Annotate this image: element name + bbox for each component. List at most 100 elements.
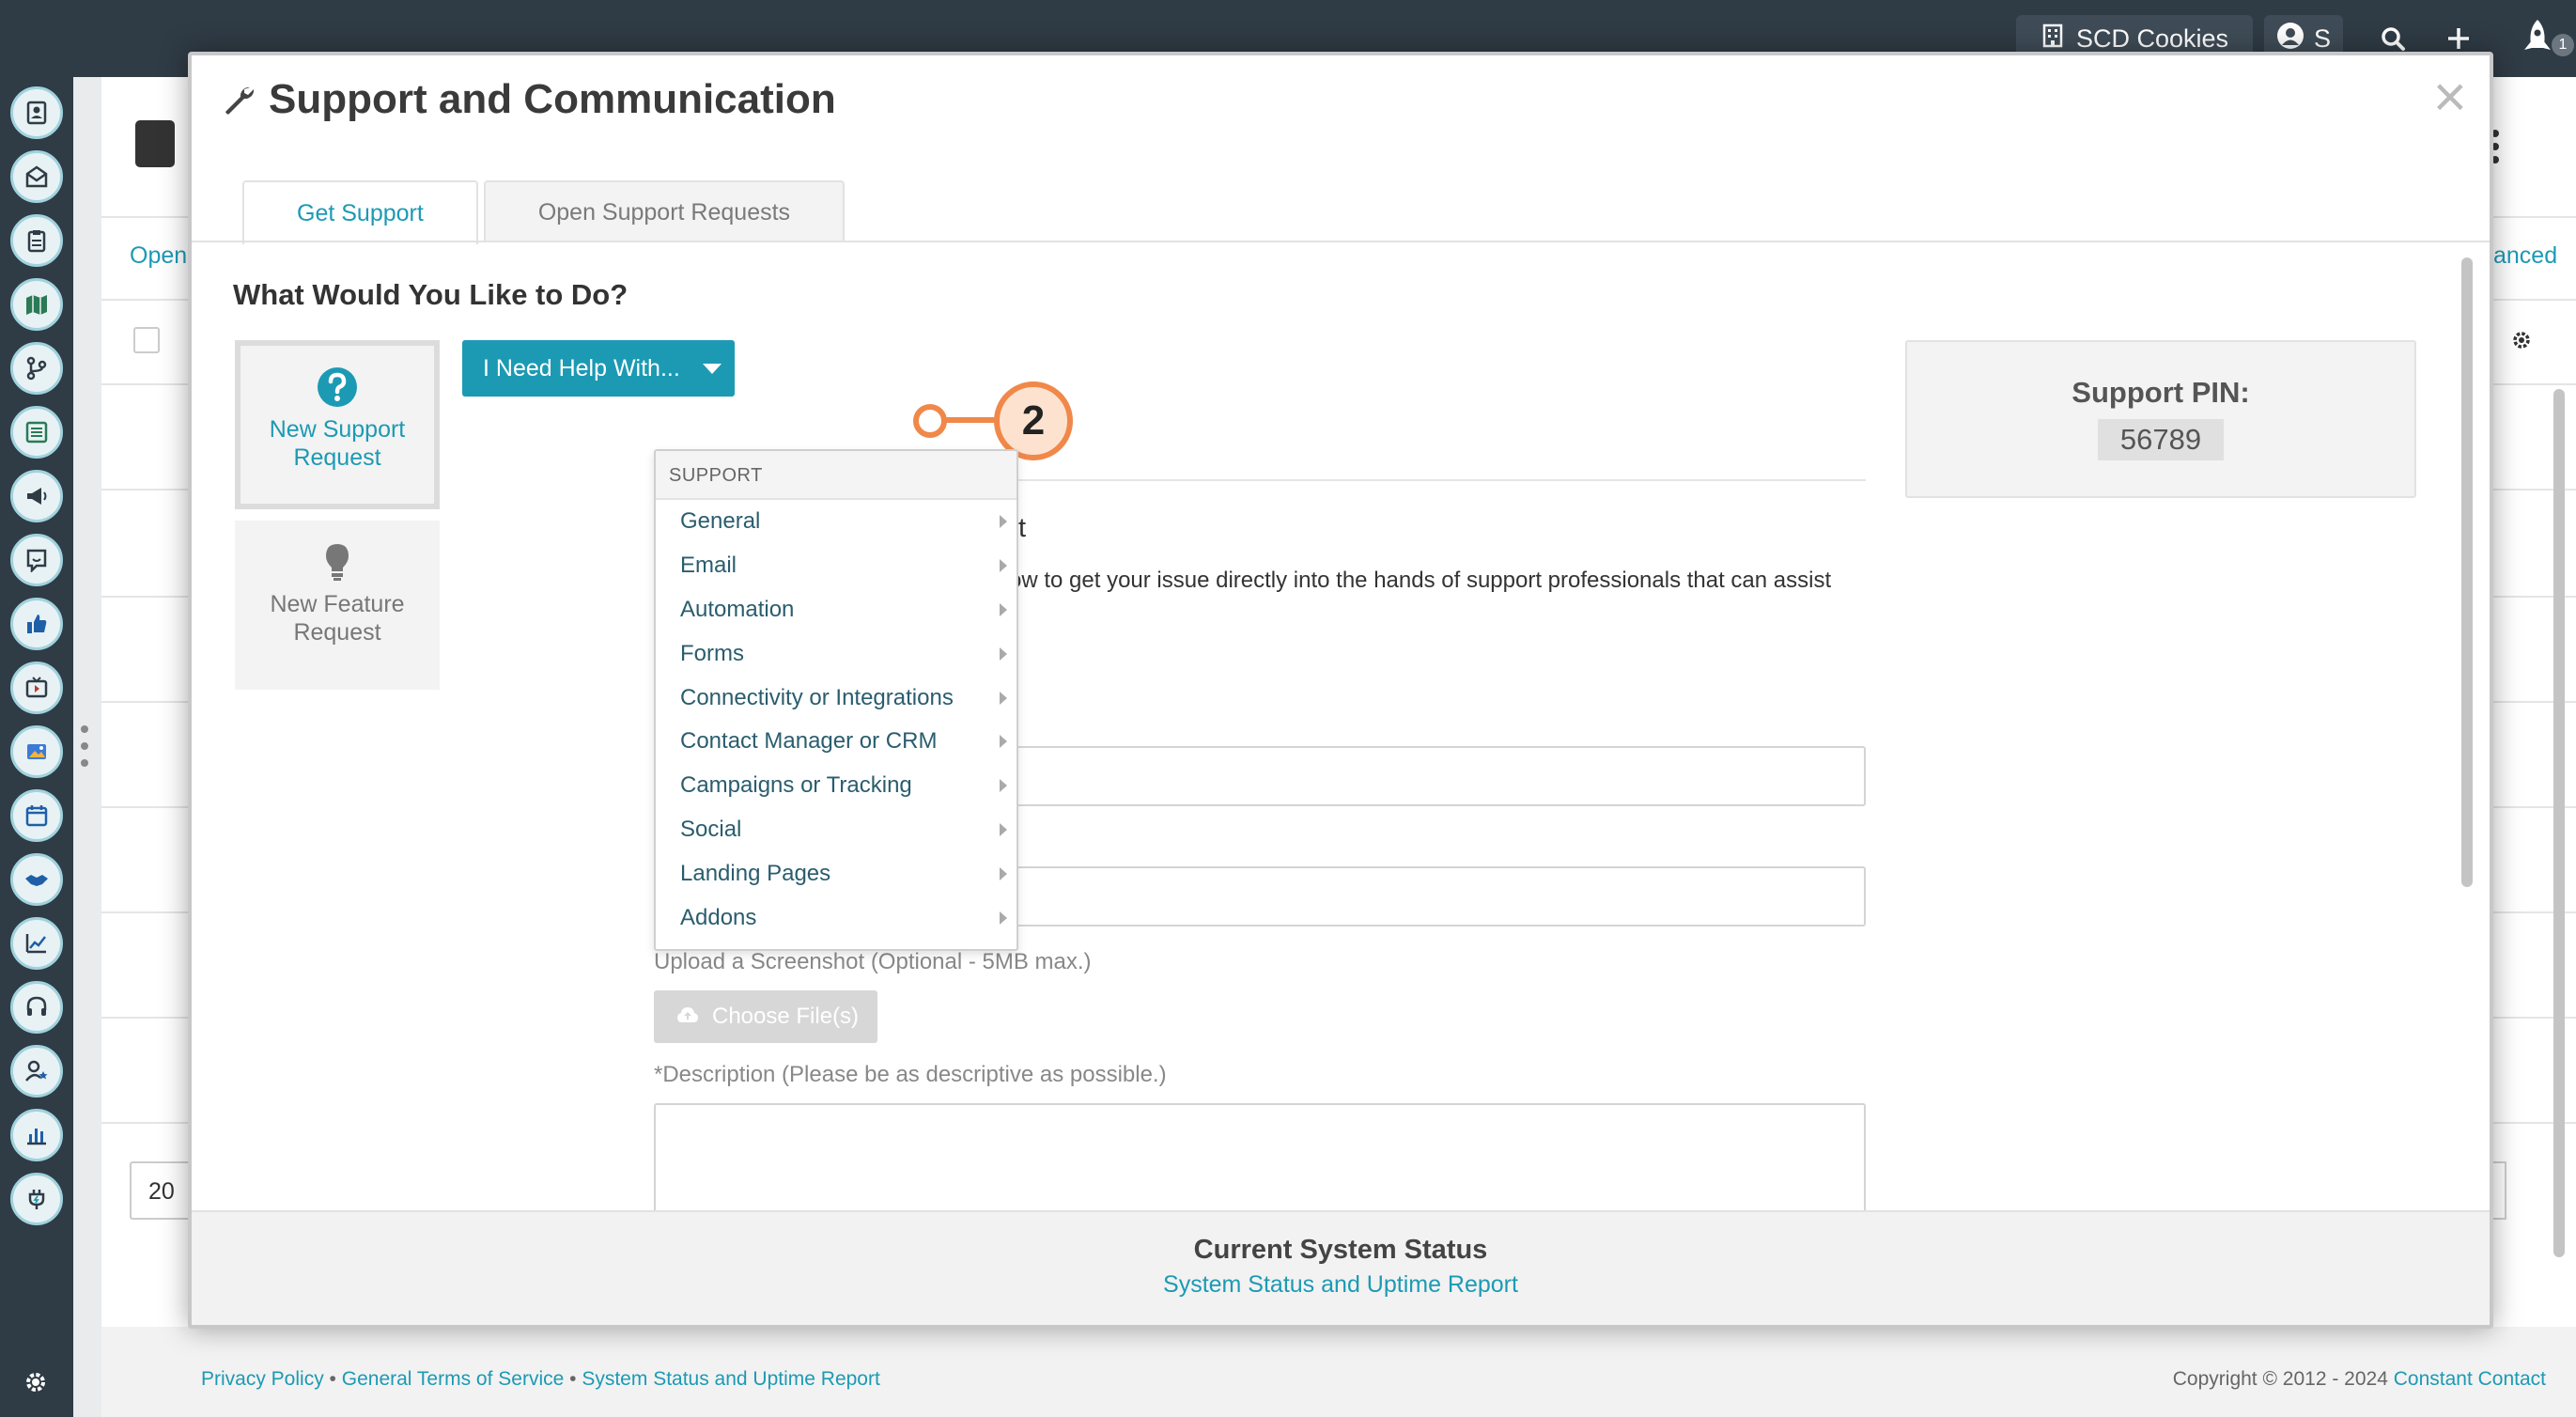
cloud-upload-icon xyxy=(676,1004,699,1030)
menu-item-label: Landing Pages xyxy=(680,860,831,886)
automation-nav-icon[interactable] xyxy=(10,342,63,395)
choose-files-button[interactable]: Choose File(s) xyxy=(654,990,877,1043)
submenu-arrow-icon xyxy=(1000,779,1007,793)
modal-tabs: Get Support Open Support Requests xyxy=(242,180,846,244)
footer-separator: • xyxy=(569,1368,577,1390)
dropdown-section-header: SUPPORT xyxy=(656,451,1016,500)
tab-get-support[interactable]: Get Support xyxy=(242,180,478,244)
copyright: Copyright © 2012 - 2024 Constant Contact xyxy=(2173,1368,2546,1391)
brand-link[interactable]: Constant Contact xyxy=(2394,1368,2546,1390)
menu-item-landing-pages[interactable]: Landing Pages xyxy=(656,851,1016,895)
company-name: SCD Cookies xyxy=(2076,23,2229,53)
advanced-link-fragment[interactable]: anced xyxy=(2493,242,2557,270)
survey-nav-icon[interactable] xyxy=(10,534,63,586)
copyright-text: Copyright © 2012 - 2024 xyxy=(2172,1368,2388,1390)
menu-item-label: Addons xyxy=(680,904,757,930)
user-avatar-icon xyxy=(2276,22,2304,56)
menu-item-forms[interactable]: Forms xyxy=(656,631,1016,676)
submenu-arrow-icon xyxy=(1000,646,1007,661)
modal-scrollbar-thumb[interactable] xyxy=(2461,257,2473,887)
caret-down-icon xyxy=(702,363,722,374)
feature-card-label-1: New Feature xyxy=(270,591,405,617)
footer-links: Privacy Policy • General Terms of Servic… xyxy=(201,1368,880,1391)
open-tab-fragment[interactable]: Open xyxy=(130,242,187,270)
bar-chart-nav-icon[interactable] xyxy=(10,1109,63,1161)
support-modal: Support and Communication × Get Support … xyxy=(188,52,2493,1329)
drag-handle-icon[interactable] xyxy=(79,724,90,775)
support-card-label-2: Request xyxy=(293,444,381,471)
menu-item-label: Automation xyxy=(680,596,795,622)
lightbulb-icon xyxy=(317,541,358,583)
upload-label: Upload a Screenshot (Optional - 5MB max.… xyxy=(654,949,1092,974)
system-status-link[interactable]: System Status and Uptime Report xyxy=(582,1368,879,1390)
handshake-nav-icon[interactable] xyxy=(10,853,63,906)
user-star-nav-icon[interactable] xyxy=(10,1045,63,1098)
menu-item-label: General xyxy=(680,508,761,535)
contacts-nav-icon[interactable] xyxy=(10,86,63,139)
modal-title: Support and Communication xyxy=(269,76,836,122)
image-nav-icon[interactable] xyxy=(10,725,63,778)
tab-open-support-requests[interactable]: Open Support Requests xyxy=(483,180,846,242)
menu-item-automation[interactable]: Automation xyxy=(656,588,1016,632)
menu-item-addons[interactable]: Addons xyxy=(656,895,1016,940)
left-sidebar xyxy=(0,77,73,1417)
menu-item-contact-manager[interactable]: Contact Manager or CRM xyxy=(656,720,1016,764)
modal-content: What Would You Like to Do? New Support R… xyxy=(192,242,2490,1220)
new-support-request-card[interactable]: New Support Request xyxy=(235,340,440,509)
terms-link[interactable]: General Terms of Service xyxy=(342,1368,565,1390)
new-feature-request-card[interactable]: New Feature Request xyxy=(235,521,440,690)
step-marker-dot xyxy=(913,404,947,438)
video-nav-icon[interactable] xyxy=(10,662,63,714)
help-topic-dropdown-menu: SUPPORT General Email Automation Forms C… xyxy=(654,449,1018,951)
settings-gear-icon[interactable] xyxy=(23,1369,49,1400)
plug-nav-icon[interactable] xyxy=(10,1173,63,1225)
lists-nav-icon[interactable] xyxy=(10,406,63,459)
menu-item-general[interactable]: General xyxy=(656,500,1016,544)
menu-item-label: Forms xyxy=(680,640,744,666)
submenu-arrow-icon xyxy=(1000,515,1007,529)
submenu-arrow-icon xyxy=(1000,911,1007,925)
partial-heading: t xyxy=(1018,513,1027,543)
feature-card-label-2: Request xyxy=(293,619,381,646)
column-settings-gear-icon[interactable] xyxy=(2510,329,2533,356)
section-heading: What Would You Like to Do? xyxy=(233,278,628,311)
headset-nav-icon[interactable] xyxy=(10,981,63,1034)
select-all-checkbox[interactable] xyxy=(133,327,160,353)
pagination-edge xyxy=(2493,1161,2506,1220)
contacts-page-icon xyxy=(135,120,175,167)
building-icon xyxy=(2042,23,2063,54)
menu-item-label: Email xyxy=(680,553,737,579)
email-nav-icon[interactable] xyxy=(10,150,63,203)
menu-item-label: Social xyxy=(680,816,742,842)
intro-text: ow to get your issue directly into the h… xyxy=(1009,568,1832,593)
trend-chart-nav-icon[interactable] xyxy=(10,917,63,970)
menu-item-social[interactable]: Social xyxy=(656,808,1016,852)
social-nav-icon[interactable] xyxy=(10,598,63,650)
page-size-select[interactable]: 20 xyxy=(130,1161,195,1220)
calendar-nav-icon[interactable] xyxy=(10,789,63,842)
submenu-arrow-icon xyxy=(1000,866,1007,880)
menu-item-label: Connectivity or Integrations xyxy=(680,684,954,710)
menu-item-label: Campaigns or Tracking xyxy=(680,772,912,799)
submenu-arrow-icon xyxy=(1000,691,1007,705)
need-help-dropdown-button[interactable]: I Need Help With... xyxy=(462,340,735,397)
map-nav-icon[interactable] xyxy=(10,278,63,331)
submenu-arrow-icon xyxy=(1000,559,1007,573)
menu-item-email[interactable]: Email xyxy=(656,544,1016,588)
menu-item-connectivity[interactable]: Connectivity or Integrations xyxy=(656,676,1016,720)
submenu-arrow-icon xyxy=(1000,822,1007,836)
system-status-title: Current System Status xyxy=(1193,1235,1488,1265)
megaphone-nav-icon[interactable] xyxy=(10,470,63,522)
wrench-icon xyxy=(222,84,256,122)
system-status-report-link[interactable]: System Status and Uptime Report xyxy=(192,1271,2490,1299)
clipboard-nav-icon[interactable] xyxy=(10,214,63,267)
menu-item-label: Contact Manager or CRM xyxy=(680,728,938,755)
close-icon[interactable]: × xyxy=(2433,69,2467,127)
description-textarea[interactable] xyxy=(654,1103,1866,1220)
menu-item-campaigns[interactable]: Campaigns or Tracking xyxy=(656,764,1016,808)
footer-separator: • xyxy=(329,1368,336,1390)
support-pin-label: Support PIN: xyxy=(2072,376,2250,409)
privacy-policy-link[interactable]: Privacy Policy xyxy=(201,1368,324,1390)
submenu-arrow-icon xyxy=(1000,602,1007,616)
page-scrollbar[interactable] xyxy=(2553,389,2565,1257)
